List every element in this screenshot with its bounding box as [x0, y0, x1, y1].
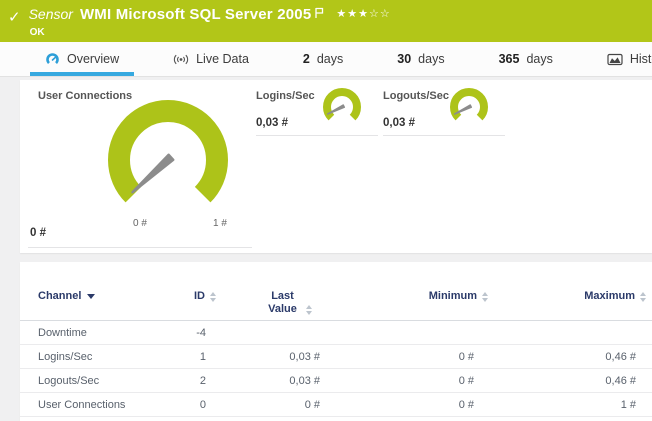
- sort-icon: [640, 292, 646, 302]
- column-header-id[interactable]: ID: [170, 290, 228, 303]
- table-row-user-connections[interactable]: User Connections 0 0 # 0 # 1 #: [20, 393, 652, 417]
- column-label: ID: [194, 290, 205, 303]
- cell-channel: Logouts/Sec: [20, 375, 170, 387]
- logins-gauge-dial: [320, 86, 364, 128]
- gauge-current-value: 0 #: [30, 227, 46, 239]
- cell-minimum: 0 #: [348, 375, 498, 387]
- sensor-header-main: Sensor WMI Microsoft SQL Server 2005 ★★★…: [29, 6, 391, 38]
- divider: [256, 135, 378, 136]
- overview-gauges-panel: User Connections 0 # 1 # 0 # Logins/Sec …: [20, 80, 652, 253]
- logouts-gauge-dial: [447, 86, 491, 128]
- stars-empty: ☆☆: [369, 8, 391, 20]
- table-header-row: Channel ID Last Value Minimum Maximum: [20, 290, 652, 321]
- divider: [383, 135, 505, 136]
- cell-maximum: 1 #: [498, 399, 652, 411]
- tab-label-number: 365: [499, 52, 520, 66]
- status-ok-check-icon: ✓: [8, 8, 21, 26]
- column-header-channel[interactable]: Channel: [20, 290, 170, 303]
- sensor-status-badge: OK: [30, 27, 391, 38]
- cell-channel: Logins/Sec: [20, 351, 170, 363]
- area-chart-icon: [607, 53, 623, 66]
- sort-icon: [210, 292, 216, 302]
- column-label: Last Value: [265, 290, 301, 316]
- live-signal-icon: [173, 53, 189, 66]
- tab-bar: Overview Live Data 2 days 30 days 365 da…: [0, 42, 652, 77]
- cell-channel: User Connections: [20, 399, 170, 411]
- tab-2-days[interactable]: 2 days: [288, 42, 358, 76]
- column-header-maximum[interactable]: Maximum: [498, 290, 652, 303]
- user-connections-gauge-dial: [98, 94, 238, 218]
- tab-historic-data[interactable]: Historic Data: [592, 42, 652, 76]
- gauge-user-connections: User Connections 0 # 1 # 0 #: [20, 80, 252, 253]
- sensor-kind-label: Sensor: [29, 6, 73, 22]
- column-label: Channel: [38, 290, 81, 303]
- cell-id: 1: [170, 351, 228, 363]
- table-row-logins-sec[interactable]: Logins/Sec 1 0,03 # 0 # 0,46 #: [20, 345, 652, 369]
- cell-maximum: 0,46 #: [498, 375, 652, 387]
- tab-label-number: 2: [303, 52, 310, 66]
- cell-maximum: 0,46 #: [498, 351, 652, 363]
- tab-30-days[interactable]: 30 days: [382, 42, 459, 76]
- column-header-minimum[interactable]: Minimum: [348, 290, 498, 303]
- gauge-title: Logins/Sec: [256, 90, 315, 102]
- sensor-header: ✓ Sensor WMI Microsoft SQL Server 2005 ★…: [0, 0, 652, 42]
- tab-label: Overview: [67, 52, 119, 66]
- sort-icon: [482, 292, 488, 302]
- tab-overview[interactable]: Overview: [30, 42, 134, 76]
- stars-filled: ★★★: [336, 8, 369, 20]
- sort-icon: [306, 305, 312, 315]
- priority-flag-icon[interactable]: [314, 7, 324, 19]
- table-row-logouts-sec[interactable]: Logouts/Sec 2 0,03 # 0 # 0,46 #: [20, 369, 652, 393]
- column-label: Maximum: [584, 290, 635, 303]
- tab-365-days[interactable]: 365 days: [484, 42, 568, 76]
- cell-minimum: 0 #: [348, 351, 498, 363]
- tab-label: days: [526, 52, 552, 66]
- gauge-logins-sec: Logins/Sec 0,03 #: [256, 80, 378, 142]
- tab-label: Live Data: [196, 52, 249, 66]
- tab-label-number: 30: [397, 52, 411, 66]
- cell-minimum: 0 #: [348, 399, 498, 411]
- gauge-needle: [130, 155, 173, 195]
- tab-label: Historic Data: [630, 52, 652, 66]
- cell-id: 2: [170, 375, 228, 387]
- cell-id: -4: [170, 327, 228, 339]
- tab-label: days: [317, 52, 343, 66]
- gauge-scale-max: 1 #: [198, 218, 242, 229]
- column-header-last-value[interactable]: Last Value: [228, 290, 348, 316]
- sort-dropdown-icon: [87, 294, 95, 299]
- cell-last-value: 0,03 #: [228, 375, 348, 387]
- cell-id: 0: [170, 399, 228, 411]
- priority-stars-rating[interactable]: ★★★☆☆: [336, 7, 390, 20]
- cell-last-value: 0 #: [228, 399, 348, 411]
- tab-live-data[interactable]: Live Data: [158, 42, 264, 76]
- table-row-downtime[interactable]: Downtime -4: [20, 321, 652, 345]
- gauge-icon: [45, 52, 60, 67]
- gauge-current-value: 0,03 #: [383, 117, 415, 129]
- cell-channel: Downtime: [20, 327, 170, 339]
- column-label: Minimum: [429, 290, 477, 303]
- channel-table-panel: Channel ID Last Value Minimum Maximum Do…: [20, 262, 652, 421]
- gauge-title: Logouts/Sec: [383, 90, 449, 102]
- sensor-title: WMI Microsoft SQL Server 2005: [80, 6, 311, 23]
- divider: [28, 247, 252, 248]
- gauge-logouts-sec: Logouts/Sec 0,03 #: [383, 80, 505, 142]
- cell-last-value: 0,03 #: [228, 351, 348, 363]
- gauge-current-value: 0,03 #: [256, 117, 288, 129]
- tab-label: days: [418, 52, 444, 66]
- gauge-scale-min: 0 #: [118, 218, 162, 229]
